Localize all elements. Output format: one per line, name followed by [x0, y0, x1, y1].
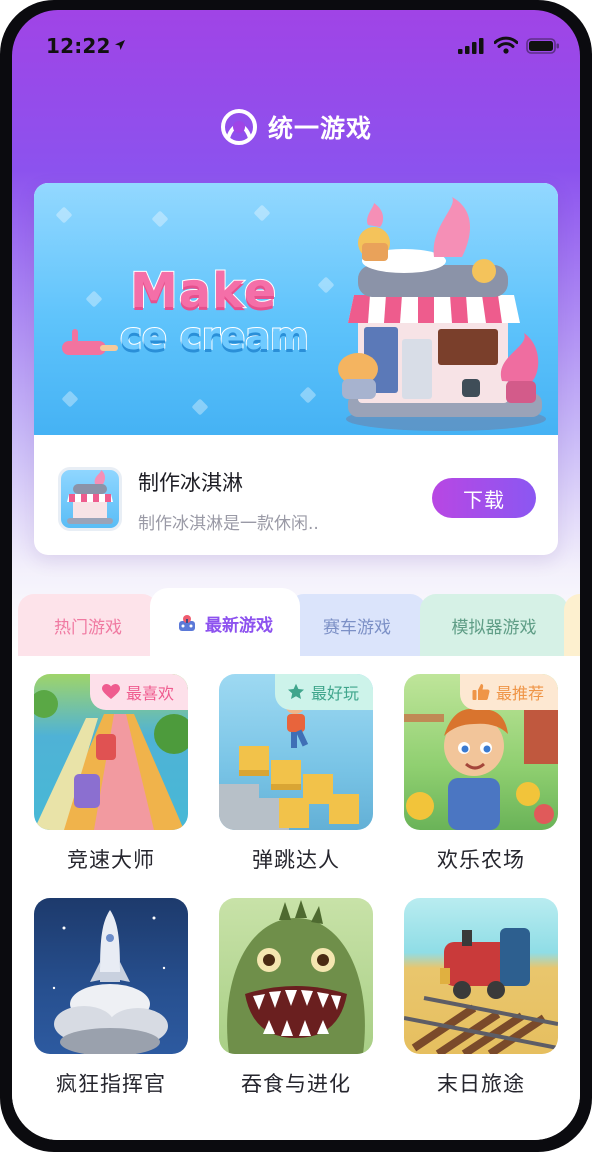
game-controller-icon [179, 615, 195, 631]
banner-title-line1: Make [129, 262, 278, 320]
game-name: 吞食与进化 [241, 1072, 351, 1096]
rocket-launch-art [52, 910, 168, 1054]
game-badge: 最好玩 [274, 674, 373, 710]
tab-label: 模拟器游戏 [451, 617, 537, 638]
game-card[interactable]: 吞食与进化 [219, 898, 373, 1098]
featured-game-card[interactable]: Make ce cream 制作冰淇淋 制作冰淇淋是一款休闲.. 下载 [34, 183, 558, 555]
game-thumbnail[interactable]: 最好玩 [219, 674, 373, 830]
badge-label: 最推荐 [495, 684, 544, 703]
badge-label: 最喜欢 [125, 684, 174, 703]
game-grid: 最喜欢 竞速大师 最好玩 弹跳达人 最推荐 欢乐农场 疯狂指挥官 吞食与进化 末… [12, 656, 580, 1140]
game-name: 弹跳达人 [252, 848, 340, 872]
featured-thumbnail[interactable] [58, 467, 122, 531]
badge-label: 最好玩 [310, 684, 359, 703]
train-journey-art [404, 928, 558, 1054]
game-card[interactable]: 疯狂指挥官 [34, 898, 188, 1098]
game-thumbnail[interactable]: 最推荐 [404, 674, 558, 830]
game-name: 末日旅途 [437, 1072, 525, 1096]
game-card[interactable]: 最推荐 欢乐农场 [404, 674, 558, 874]
app-header: 统一游戏 [12, 102, 580, 152]
wifi-icon [494, 36, 518, 54]
popsicle-icon [62, 329, 118, 355]
tab-simulator-games[interactable]: 模拟器游戏 [420, 594, 568, 656]
featured-game-name: 制作冰淇淋 [138, 471, 243, 495]
tab-hot-games[interactable]: 热门游戏 [18, 594, 158, 656]
status-bar: 12:22 [12, 10, 580, 82]
game-badge: 最喜欢 [89, 674, 188, 710]
featured-banner[interactable]: Make ce cream [34, 183, 558, 435]
game-name: 欢乐农场 [437, 848, 525, 872]
banner-title-line2: ce cream [119, 314, 310, 359]
app-logo-icon [220, 109, 257, 145]
game-thumbnail[interactable] [219, 898, 373, 1054]
game-thumbnail[interactable] [34, 898, 188, 1054]
tab-racing-games[interactable]: 赛车游戏 [288, 594, 426, 656]
battery-icon [526, 38, 559, 54]
tab-label: 最新游戏 [205, 615, 273, 636]
tab-more[interactable] [564, 594, 580, 656]
phone-frame: 12:22 统一游戏 Make ce cream 制作冰淇淋 制作冰淇淋是一款休… [0, 0, 592, 1152]
heart-icon [101, 684, 120, 699]
download-button[interactable]: 下载 [432, 478, 536, 518]
cellular-signal-icon [458, 38, 484, 54]
game-card[interactable]: 最喜欢 竞速大师 [34, 674, 188, 874]
category-tabs: 热门游戏 赛车游戏 模拟器游戏 最新游戏 [12, 588, 580, 658]
featured-game-description: 制作冰淇淋是一款休闲.. [138, 514, 319, 534]
tab-label: 热门游戏 [54, 617, 122, 638]
dinosaur-monster-art [227, 900, 365, 1054]
tab-new-games[interactable]: 最新游戏 [150, 588, 300, 658]
tab-label: 赛车游戏 [323, 617, 391, 638]
location-arrow-icon [115, 40, 125, 50]
star-icon [287, 683, 304, 699]
thumbs-up-icon [472, 684, 490, 700]
game-thumbnail[interactable] [404, 898, 558, 1054]
ice-cream-shop-illustration [338, 197, 546, 431]
game-card[interactable]: 最好玩 弹跳达人 [219, 674, 373, 874]
game-name: 疯狂指挥官 [56, 1072, 166, 1096]
screen: 12:22 统一游戏 Make ce cream 制作冰淇淋 制作冰淇淋是一款休… [12, 10, 580, 1140]
game-thumbnail[interactable]: 最喜欢 [34, 674, 188, 830]
featured-info: 制作冰淇淋 制作冰淇淋是一款休闲.. 下载 [34, 435, 558, 555]
app-title: 统一游戏 [267, 114, 372, 143]
game-name: 竞速大师 [67, 848, 155, 872]
status-time: 12:22 [46, 34, 111, 58]
game-card[interactable]: 末日旅途 [404, 898, 558, 1098]
game-badge: 最推荐 [459, 674, 558, 710]
ice-cream-shop-thumbnail-art [67, 470, 113, 524]
